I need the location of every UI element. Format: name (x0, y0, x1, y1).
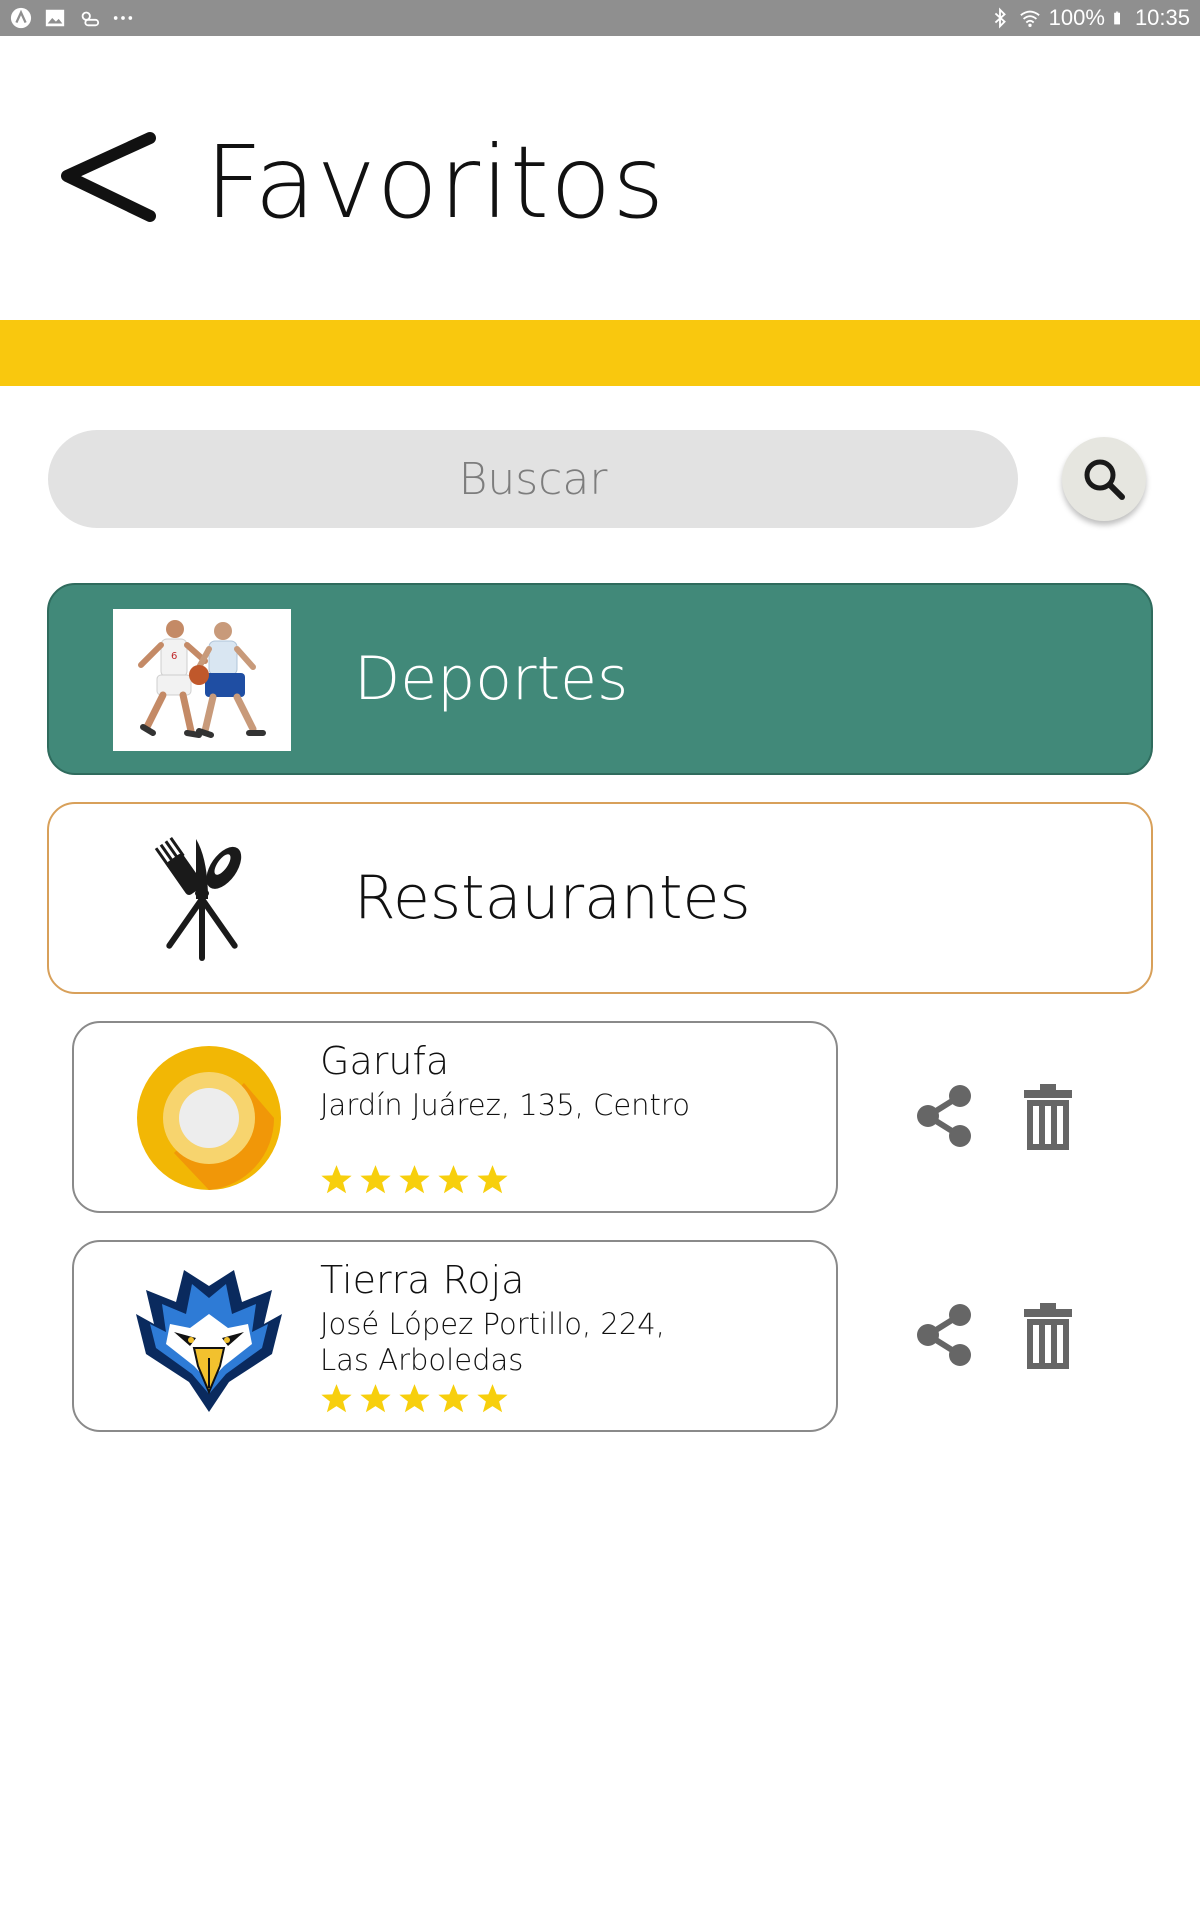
back-button[interactable] (55, 126, 165, 236)
battery-icon (1114, 11, 1120, 25)
rating-stars (320, 1163, 509, 1196)
status-bar-right: 100% 10:35 (989, 5, 1190, 30)
weather-icon (81, 11, 100, 27)
favorite-card[interactable]: Garufa Jardín Juárez, 135, Centro (72, 1021, 838, 1213)
star-icon (438, 1165, 469, 1194)
category-deportes[interactable]: 6 Deportes (47, 583, 1153, 775)
svg-text:6: 6 (171, 651, 177, 662)
share-icon (917, 1085, 971, 1147)
search-icon (1084, 459, 1125, 500)
star-icon (438, 1384, 469, 1413)
star-icon (360, 1384, 391, 1413)
category-label: Restaurantes (354, 863, 751, 933)
star-icon (360, 1165, 391, 1194)
favorite-name: Tierra Roja (320, 1258, 525, 1302)
delete-button[interactable] (1012, 1299, 1084, 1371)
app-header: Favoritos (0, 36, 1200, 320)
status-bar: 100% 10:35 (0, 0, 1200, 36)
category-restaurantes[interactable]: Restaurantes (47, 802, 1153, 994)
cutlery-icon (154, 836, 242, 961)
star-icon (477, 1165, 508, 1194)
more-dots-icon (113, 16, 133, 20)
search-button[interactable] (1062, 437, 1146, 521)
basketball-players-image: 6 (113, 609, 291, 751)
battery-percent: 100% (1048, 5, 1105, 30)
star-icon (477, 1384, 508, 1413)
search-input[interactable] (48, 430, 1018, 528)
delete-button[interactable] (1012, 1080, 1084, 1152)
category-label: Deportes (354, 644, 629, 714)
accent-divider (0, 320, 1200, 386)
trash-icon (1024, 1303, 1072, 1369)
status-bar-left (10, 6, 134, 30)
favorite-address: José López Portillo, 224, Las Arboledas (320, 1307, 665, 1378)
share-button[interactable] (908, 1080, 980, 1152)
star-icon (399, 1384, 430, 1413)
image-icon (45, 9, 65, 27)
rating-stars (320, 1382, 509, 1415)
clock: 10:35 (1134, 5, 1190, 30)
favorite-address: Jardín Juárez, 135, Centro (320, 1088, 690, 1122)
wifi-icon (1019, 10, 1040, 27)
chevron-left-icon (61, 132, 156, 222)
app-icon (10, 7, 32, 29)
share-icon (917, 1304, 971, 1366)
star-icon (321, 1165, 352, 1194)
android-oreo-logo (137, 1046, 281, 1190)
trash-icon (1024, 1084, 1072, 1150)
share-button[interactable] (908, 1299, 980, 1371)
bluetooth-icon (994, 7, 1006, 29)
page-title: Favoritos (205, 124, 666, 241)
favorite-name: Garufa (320, 1039, 450, 1083)
favorite-card[interactable]: Tierra Roja José López Portillo, 224, La… (72, 1240, 838, 1432)
star-icon (321, 1384, 352, 1413)
eagle-logo (136, 1270, 282, 1412)
star-icon (399, 1165, 430, 1194)
